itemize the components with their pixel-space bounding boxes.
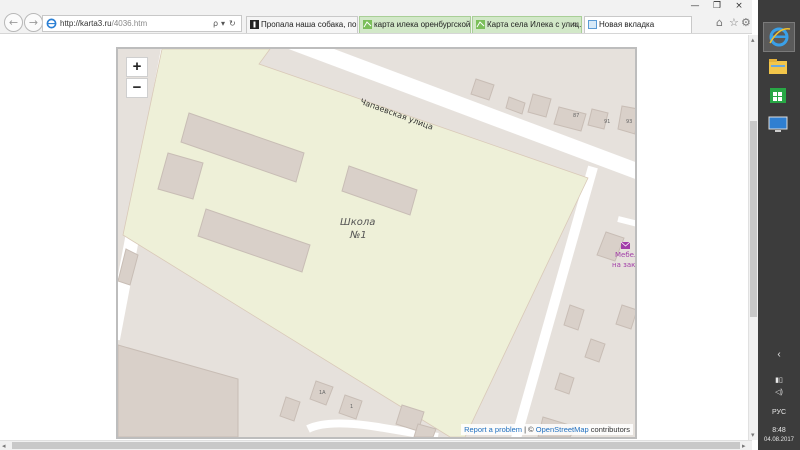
map-viewport[interactable]: + − Чапаевская улица Школа №1 Мебел на з… — [116, 47, 637, 439]
school-name-label: Школа — [340, 217, 376, 228]
zoom-out-button[interactable]: − — [126, 78, 148, 98]
vertical-scrollbar[interactable]: ▴ ▾ — [748, 35, 758, 440]
poi-label: на зака — [612, 261, 637, 269]
vertical-scroll-thumb[interactable] — [750, 121, 757, 317]
map-favicon-icon — [363, 20, 372, 29]
clock-date[interactable]: 04.08.2017 — [758, 436, 800, 445]
store-bag-icon — [770, 88, 786, 103]
new-tab-icon — [588, 20, 597, 29]
poi-label: Мебел — [615, 251, 637, 259]
house-number: 1А — [319, 390, 326, 396]
monitor-icon — [768, 116, 788, 132]
network-icon[interactable]: ▮▯ — [758, 376, 800, 385]
address-bar[interactable]: http://karta3.ru/4036.htm ρ ▾ ↻ — [42, 15, 242, 32]
folder-icon — [769, 59, 787, 74]
house-number: 91 — [604, 119, 611, 125]
scroll-up-icon[interactable]: ▴ — [751, 36, 755, 44]
horizontal-scrollbar[interactable]: ◂ ▸ — [0, 440, 752, 450]
clock-time[interactable]: 8:48 — [758, 426, 800, 435]
page-icon — [250, 20, 259, 29]
tab-ilek-streets[interactable]: Карта села Илека с улиц... × — [472, 16, 582, 33]
tray-arrow-icon[interactable]: ‹ — [758, 350, 800, 360]
tab-new[interactable]: Новая вкладка — [584, 16, 692, 33]
home-icon[interactable]: ⌂ — [716, 16, 723, 29]
scroll-left-icon[interactable]: ◂ — [2, 442, 6, 450]
ie-logo-icon — [769, 27, 791, 47]
restore-button[interactable]: ❐ — [706, 0, 728, 12]
url-text: http://karta3.ru/4036.htm — [60, 19, 148, 28]
scroll-down-icon[interactable]: ▾ — [751, 431, 755, 439]
browser-toolbar: ← → http://karta3.ru/4036.htm ρ ▾ ↻ Проп… — [0, 0, 752, 34]
search-icon[interactable]: ρ — [213, 17, 218, 30]
map-attribution: Report a problem | © OpenStreetMap contr… — [461, 424, 633, 435]
file-explorer-icon[interactable] — [763, 53, 795, 83]
back-button[interactable]: ← — [4, 13, 23, 32]
close-window-button[interactable]: × — [728, 0, 750, 12]
tab-lost-dog[interactable]: Пропала наша собака, пом... — [246, 16, 358, 33]
house-number: 1 — [350, 404, 354, 410]
horizontal-scroll-thumb[interactable] — [12, 442, 740, 449]
scroll-right-icon[interactable]: ▸ — [742, 442, 746, 450]
browser-window: ← → http://karta3.ru/4036.htm ρ ▾ ↻ Проп… — [0, 0, 752, 450]
report-problem-link[interactable]: Report a problem — [464, 425, 522, 434]
star-icon[interactable]: ☆ — [729, 16, 739, 29]
forward-arrow-icon: → — [28, 16, 39, 29]
address-dropdown-icon[interactable]: ▾ — [221, 17, 225, 30]
map-favicon-icon — [476, 20, 485, 29]
close-tab-icon[interactable]: × — [573, 17, 578, 32]
gear-icon[interactable]: ⚙ — [741, 16, 751, 29]
page-content: + − Чапаевская улица Школа №1 Мебел на з… — [0, 35, 752, 440]
forward-button[interactable]: → — [24, 13, 43, 32]
back-arrow-icon: ← — [8, 16, 19, 29]
minimize-button[interactable]: — — [684, 0, 706, 12]
volume-icon[interactable]: ◁) — [758, 388, 800, 397]
taskbar: ‹ ▮▯ ◁) РУС 8:48 04.08.2017 — [758, 0, 800, 450]
ie-logo-icon — [46, 18, 57, 29]
tab-ilek-map[interactable]: карта илека оренбургской ... — [359, 16, 471, 33]
internet-explorer-icon[interactable] — [763, 22, 795, 52]
desktop-icon[interactable] — [763, 110, 795, 140]
zoom-in-button[interactable]: + — [126, 57, 148, 77]
language-indicator[interactable]: РУС — [758, 408, 800, 417]
school-number-label: №1 — [350, 230, 367, 241]
openstreetmap-link[interactable]: OpenStreetMap — [536, 425, 589, 434]
house-number: 93 — [626, 119, 633, 125]
house-number: 87 — [573, 113, 580, 119]
refresh-icon[interactable]: ↻ — [229, 17, 236, 30]
store-icon[interactable] — [763, 81, 795, 111]
